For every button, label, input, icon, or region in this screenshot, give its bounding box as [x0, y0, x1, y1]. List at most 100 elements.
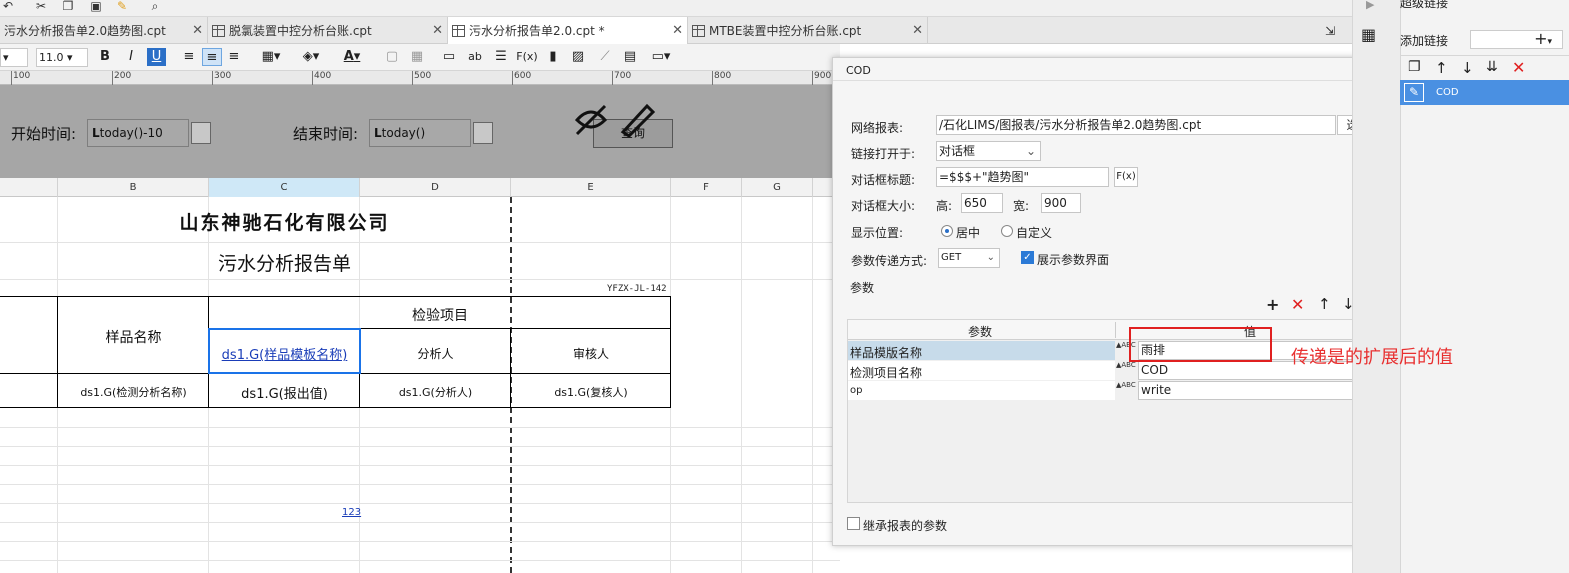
text-insert-icon[interactable]: ab: [464, 48, 486, 66]
col-header-b[interactable]: B: [58, 178, 209, 197]
font-size-select[interactable]: 11.0 ▾: [36, 48, 88, 67]
close-icon[interactable]: ✕: [192, 23, 203, 38]
preview-icon[interactable]: ⌕: [147, 0, 163, 12]
align-left-icon[interactable]: ≡: [180, 48, 198, 66]
report-code: YFZX-JL-142: [607, 284, 667, 294]
move-up-icon[interactable]: ↑: [1435, 59, 1448, 77]
param-name-cell: op: [850, 385, 863, 396]
network-report-label: 网络报表:: [851, 121, 904, 135]
close-icon[interactable]: ✕: [432, 23, 443, 38]
close-icon[interactable]: ✕: [672, 23, 683, 38]
link-item-cod[interactable]: [1400, 80, 1569, 105]
reviewer-header: 审核人: [572, 347, 609, 361]
insert-row-icon[interactable]: ▭: [440, 48, 458, 66]
align-right-icon[interactable]: ≡: [225, 48, 243, 66]
dialog-title-input[interactable]: =$$$+"趋势图": [936, 167, 1109, 187]
link-cell-123[interactable]: 123: [342, 507, 361, 518]
undo-icon[interactable]: ↶: [0, 0, 16, 12]
subreport-icon[interactable]: ▤: [621, 48, 639, 66]
underline-button[interactable]: U: [147, 48, 166, 66]
sample-template-cell[interactable]: ds1.G(样品模板名称): [209, 344, 360, 363]
chart-icon[interactable]: ▮: [544, 48, 562, 66]
bold-button[interactable]: B: [96, 48, 114, 66]
delete-link-icon[interactable]: ✕: [1512, 58, 1525, 77]
width-input[interactable]: 900: [1041, 193, 1081, 213]
italic-button[interactable]: I: [122, 48, 140, 66]
move-down-icon[interactable]: ↓: [1461, 59, 1474, 77]
height-input[interactable]: 650: [961, 193, 1003, 213]
paste-icon[interactable]: ▣: [88, 0, 104, 12]
close-icon[interactable]: ✕: [912, 23, 923, 38]
show-param-ui-checkbox[interactable]: ✓: [1021, 251, 1034, 264]
network-report-input[interactable]: /石化LIMS/图报表/污水分析报告单2.0趋势图.cpt: [936, 115, 1336, 135]
move-bottom-icon[interactable]: ⇊: [1486, 59, 1498, 75]
col-header-c[interactable]: C: [209, 178, 360, 197]
start-time-field[interactable]: Ltoday()-10: [87, 119, 189, 147]
reviewer-cell[interactable]: ds1.G(复核人): [511, 384, 671, 400]
layout-icon[interactable]: ▦: [1361, 25, 1376, 44]
tab-wastewater-report[interactable]: 污水分析报告单2.0.cpt * ✕: [448, 17, 688, 44]
font-family-select[interactable]: ▾: [0, 48, 28, 67]
move-up-icon[interactable]: ↑: [1318, 295, 1331, 313]
center-radio[interactable]: [941, 225, 953, 237]
grid-line: [0, 541, 840, 542]
formula-icon[interactable]: F(x): [515, 48, 539, 66]
border-icon[interactable]: ▦▾: [256, 48, 286, 66]
text-color-icon[interactable]: A▾: [336, 48, 368, 66]
custom-radio[interactable]: [1001, 225, 1013, 237]
tab-mtbe-ledger[interactable]: MTBE装置中控分析台账.cpt ✕: [688, 17, 928, 44]
calendar-icon[interactable]: [473, 122, 493, 144]
grid-line: [741, 197, 742, 573]
add-link-dropdown[interactable]: +▾: [1470, 30, 1563, 49]
pass-method-select[interactable]: GET ⌄: [938, 248, 1000, 268]
col-header-f[interactable]: F: [671, 178, 742, 197]
ruler-mark: [512, 71, 513, 85]
table-row[interactable]: [848, 381, 1115, 400]
dialog-title-label: 对话框标题:: [851, 173, 916, 187]
tab-dechlorination-ledger[interactable]: 脱氯装置中控分析台账.cpt ✕: [208, 17, 448, 44]
col-header-g[interactable]: G: [742, 178, 813, 197]
inherit-params-checkbox[interactable]: [847, 517, 860, 530]
format-brush-icon[interactable]: ✎: [114, 0, 130, 12]
grid-line: [0, 242, 840, 243]
calendar-icon[interactable]: [191, 122, 211, 144]
end-time-value: today(): [381, 126, 426, 140]
unmerge-icon[interactable]: ▦: [408, 48, 426, 66]
tab-menu-icon[interactable]: ⇲: [1325, 24, 1335, 38]
param-name-cell: 检测项目名称: [850, 366, 923, 380]
chevron-right-icon[interactable]: ▶: [1366, 0, 1374, 11]
col-header-e[interactable]: E: [511, 178, 671, 197]
tab-trend-report[interactable]: 污水分析报告单2.0趋势图.cpt ✕: [0, 17, 208, 44]
copy-icon[interactable]: ❐: [60, 0, 76, 12]
type-abc-icon[interactable]: ▲ABC: [1116, 381, 1136, 400]
col-header-d[interactable]: D: [360, 178, 511, 197]
sample-name-header: 样品名称: [105, 330, 162, 346]
col-header-a[interactable]: [0, 178, 58, 197]
reported-value-cell[interactable]: ds1.G(报出值): [209, 383, 360, 402]
hidden-eye-icon[interactable]: [573, 100, 657, 138]
copy-link-icon[interactable]: ❐: [1408, 59, 1421, 75]
pass-method-value: GET: [941, 252, 962, 263]
test-item-cell[interactable]: ds1.G(检测分析名称): [58, 384, 209, 400]
grid-line: [0, 522, 840, 523]
ruler-tick: 500: [414, 71, 432, 81]
align-center-icon[interactable]: ≡: [202, 48, 222, 66]
cut-icon[interactable]: ✂: [33, 0, 49, 12]
type-abc-icon[interactable]: ▲ABC: [1116, 361, 1136, 380]
fill-color-icon[interactable]: ◈▾: [296, 48, 326, 66]
more-icon[interactable]: ▭▾: [648, 48, 674, 66]
end-time-field[interactable]: Ltoday(): [369, 119, 471, 147]
merge-icon[interactable]: ▢: [383, 48, 401, 66]
analyst-cell[interactable]: ds1.G(分析人): [360, 384, 511, 400]
ruler-tick: 400: [314, 71, 332, 81]
image-icon[interactable]: ▨: [569, 48, 587, 66]
param-value-cell[interactable]: write: [1138, 381, 1384, 400]
open-in-select[interactable]: 对话框 ⌄: [936, 141, 1041, 161]
edit-pencil-icon[interactable]: ✎: [1404, 83, 1424, 102]
slash-icon[interactable]: ⟋: [596, 48, 614, 66]
wrap-icon[interactable]: ☰: [492, 48, 510, 66]
delete-icon[interactable]: ✕: [1291, 295, 1304, 314]
add-icon[interactable]: +: [1266, 295, 1279, 314]
formula-button[interactable]: F(x): [1114, 167, 1138, 187]
tab-label: 脱氯装置中控分析台账.cpt: [229, 24, 372, 38]
